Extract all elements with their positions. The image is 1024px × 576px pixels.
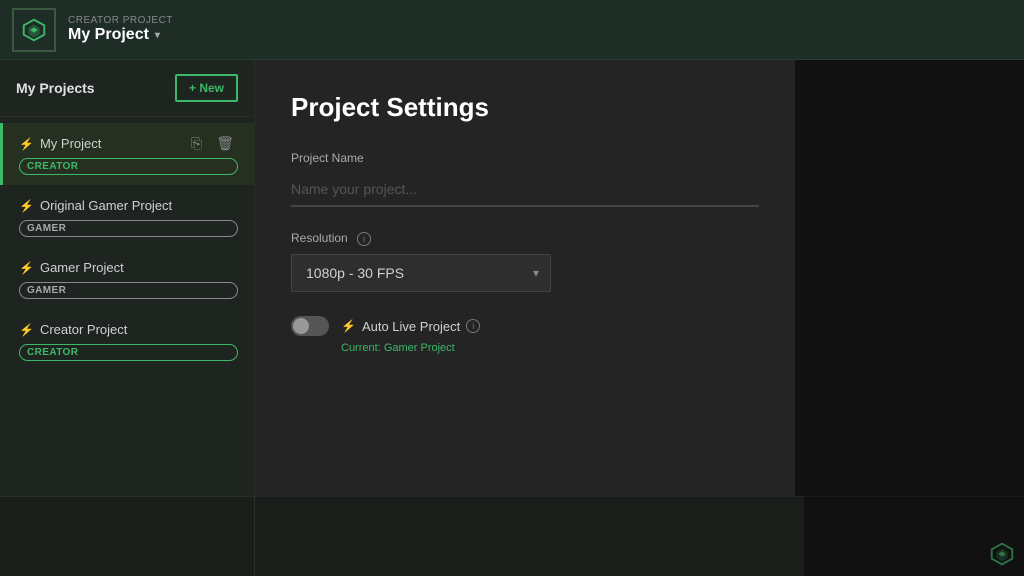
resolution-select[interactable]: 1080p - 30 FPS 1080p - 60 FPS 720p - 30 …: [291, 254, 551, 292]
copy-button-my-project[interactable]: ⎘: [187, 133, 206, 154]
project-list: ⚡ My Project ⎘ 🗑 CREATOR ⚡ Original Game…: [0, 117, 254, 496]
project-name-input[interactable]: [291, 173, 759, 207]
project-name-group: Project Name: [291, 151, 759, 207]
project-name-creator: ⚡ Creator Project: [19, 322, 127, 337]
copy-button-original-gamer[interactable]: ⎘: [187, 195, 206, 216]
main-layout: My Projects + New ⚡ My Project ⎘ 🗑 CREAT…: [0, 60, 1024, 496]
delete-button-my-project[interactable]: 🗑: [212, 133, 238, 154]
project-name-label: Project Name: [291, 151, 759, 165]
badge-gamer-gamer: GAMER: [19, 282, 238, 299]
toggle-knob: [293, 318, 309, 334]
copy-button-creator[interactable]: ⎘: [187, 319, 206, 340]
settings-panel: Project Settings Project Name Resolution…: [255, 60, 795, 496]
bottom-content-area: [255, 496, 804, 576]
copy-button-gamer[interactable]: ⎘: [187, 257, 206, 278]
sidebar-title: My Projects: [16, 80, 95, 96]
delete-button-creator[interactable]: 🗑: [212, 319, 238, 340]
delete-button-gamer[interactable]: 🗑: [212, 257, 238, 278]
bolt-icon-my-project: ⚡: [19, 137, 34, 151]
settings-title: Project Settings: [291, 92, 759, 123]
project-item-top-4: ⚡ Creator Project ⎘ 🗑: [19, 319, 238, 340]
project-item-original-gamer[interactable]: ⚡ Original Gamer Project ⎘ 🗑 GAMER: [0, 185, 254, 247]
bottom-area: [0, 496, 1024, 576]
bolt-icon-gamer: ⚡: [19, 261, 34, 275]
project-actions-my-project: ⎘ 🗑: [187, 133, 238, 154]
project-item-top-2: ⚡ Original Gamer Project ⎘ 🗑: [19, 195, 238, 216]
topbar-project-selector[interactable]: My Project ▾: [68, 26, 173, 44]
project-name-label: ⚡ My Project: [19, 136, 101, 151]
project-item-creator[interactable]: ⚡ Creator Project ⎘ 🗑 CREATOR: [0, 309, 254, 371]
project-name-gamer: ⚡ Gamer Project: [19, 260, 124, 275]
content-area: Project Settings Project Name Resolution…: [255, 60, 1024, 496]
badge-creator-creator: CREATOR: [19, 344, 238, 361]
current-project-value: Gamer Project: [384, 342, 455, 354]
project-item-my-project[interactable]: ⚡ My Project ⎘ 🗑 CREATOR: [0, 123, 254, 185]
toggle-row: ⚡ Auto Live Project i: [291, 316, 759, 336]
delete-button-original-gamer[interactable]: 🗑: [212, 195, 238, 216]
bottom-sidebar-area: [0, 496, 255, 576]
auto-live-group: ⚡ Auto Live Project i Current: Gamer Pro…: [291, 316, 759, 354]
sidebar-header: My Projects + New: [0, 60, 254, 117]
project-item-top-3: ⚡ Gamer Project ⎘ 🗑: [19, 257, 238, 278]
project-item-top: ⚡ My Project ⎘ 🗑: [19, 133, 238, 154]
badge-creator-my-project: CREATOR: [19, 158, 238, 175]
project-item-gamer[interactable]: ⚡ Gamer Project ⎘ 🗑 GAMER: [0, 247, 254, 309]
bottom-right-area: [804, 496, 1024, 576]
new-project-button[interactable]: + New: [175, 74, 238, 102]
resolution-select-wrapper: 1080p - 30 FPS 1080p - 60 FPS 720p - 30 …: [291, 254, 551, 292]
topbar-project-name-text: My Project: [68, 26, 149, 44]
bolt-icon-creator: ⚡: [19, 323, 34, 337]
topbar-dropdown-arrow: ▾: [155, 30, 160, 41]
bolt-icon-auto-live: ⚡: [341, 319, 356, 333]
bottom-logo-icon: [988, 540, 1016, 568]
resolution-info-icon: i: [357, 232, 371, 246]
auto-live-label: ⚡ Auto Live Project i: [341, 319, 480, 334]
dark-area: [795, 60, 1024, 496]
auto-live-toggle[interactable]: [291, 316, 329, 336]
bolt-icon-original-gamer: ⚡: [19, 199, 34, 213]
topbar-app-label: CREATOR PROJECT: [68, 15, 173, 26]
sidebar: My Projects + New ⚡ My Project ⎘ 🗑 CREAT…: [0, 60, 255, 496]
auto-live-info-icon: i: [466, 319, 480, 333]
topbar: CREATOR PROJECT My Project ▾: [0, 0, 1024, 60]
project-name-original-gamer: ⚡ Original Gamer Project: [19, 198, 172, 213]
badge-gamer-original-gamer: GAMER: [19, 220, 238, 237]
resolution-group: Resolution i 1080p - 30 FPS 1080p - 60 F…: [291, 231, 759, 292]
resolution-label: Resolution i: [291, 231, 759, 246]
current-project-label: Current: Gamer Project: [341, 342, 759, 354]
app-logo: [12, 8, 56, 52]
topbar-project-info: CREATOR PROJECT My Project ▾: [68, 15, 173, 44]
